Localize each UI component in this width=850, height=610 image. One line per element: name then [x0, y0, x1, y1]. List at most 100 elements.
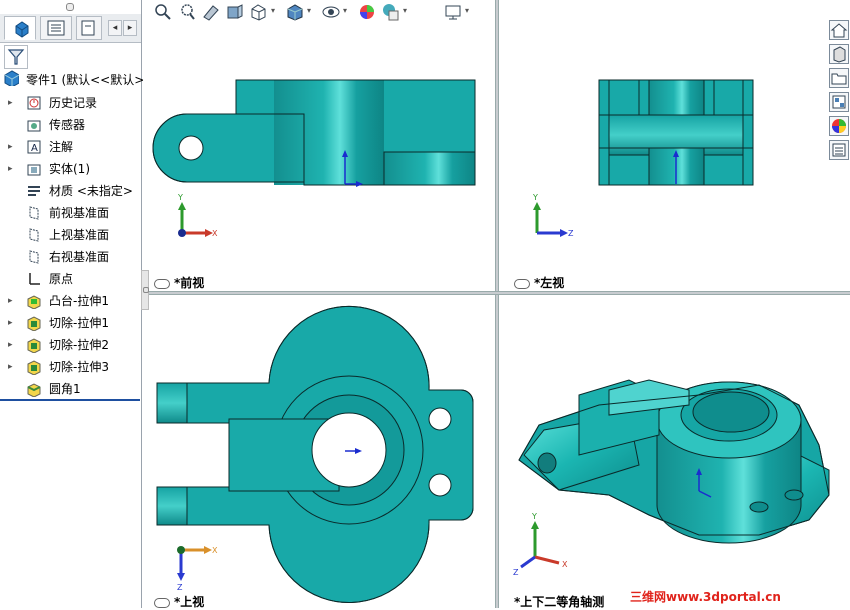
tree-item-label: 上视基准面	[49, 228, 110, 242]
tree-item-expand-arrow[interactable]: ▸	[8, 334, 13, 356]
task-pane-view-palette-button[interactable]	[829, 92, 849, 112]
graphics-area[interactable]: Y X *前视 Y Z *左视 Z X *上视 Y X Z *上下二等角轴测	[149, 0, 850, 610]
front-view-label: *前视	[154, 274, 204, 291]
cut-extrude-icon	[27, 338, 41, 353]
tree-item[interactable]: ▸ 凸台-拉伸1	[0, 290, 141, 312]
tree-item[interactable]: 右视基准面	[0, 246, 141, 268]
tree-item[interactable]: ▸ 切除-拉伸3	[0, 356, 141, 378]
rollback-bar[interactable]	[0, 399, 140, 401]
tree-item-expand-arrow[interactable]: ▸	[8, 290, 13, 312]
task-pane-file-explorer-button[interactable]	[829, 68, 849, 88]
panel-grip[interactable]	[66, 3, 74, 11]
sensor-icon	[27, 120, 41, 132]
tree-item-label: 圆角1	[49, 382, 81, 396]
top-view-axis-triad: Z X	[177, 546, 218, 592]
part-icon	[4, 70, 19, 86]
tab-property-manager[interactable]	[40, 16, 72, 40]
tree-item-expand-arrow[interactable]: ▸	[8, 158, 13, 180]
tree-root-label: 零件1 (默认<<默认>	[26, 73, 145, 87]
tree-item[interactable]: 圆角1	[0, 378, 141, 400]
iso-axis-x-label: X	[562, 560, 568, 569]
top-view-part	[156, 306, 474, 603]
property-manager-icon	[47, 20, 65, 36]
display-style-icon[interactable]	[285, 2, 305, 22]
panel-splitter[interactable]	[141, 270, 149, 310]
apply-scene-dropdown[interactable]: ▾	[403, 6, 407, 15]
origin-icon	[29, 273, 40, 285]
solid-bodies-icon	[27, 164, 41, 176]
section-view-icon[interactable]	[225, 2, 245, 22]
tree-item[interactable]: ▸ A 注解	[0, 136, 141, 158]
tab-feature-manager[interactable]	[4, 16, 36, 40]
apply-scene-icon[interactable]	[381, 2, 401, 22]
iso-view-viewport[interactable]: Y X Z	[499, 295, 850, 608]
left-axis-y-label: Y	[532, 193, 538, 202]
left-view-label: *左视	[514, 274, 564, 291]
view-settings-icon[interactable]	[443, 2, 463, 22]
tree-item-label: 材质 <未指定>	[49, 184, 133, 198]
view-palette-icon	[832, 95, 846, 109]
top-axis-z-label: Z	[177, 583, 183, 592]
panel-tabs: ◂ ▸	[0, 14, 141, 43]
task-pane-design-library-button[interactable]	[829, 44, 849, 64]
left-view-viewport[interactable]: Y Z	[499, 0, 850, 291]
front-view-part	[152, 79, 476, 186]
tree-item-label: 凸台-拉伸1	[49, 294, 109, 308]
tree-item[interactable]: 原点	[0, 268, 141, 290]
iso-view-label: *上下二等角轴测	[514, 593, 604, 610]
iso-view-axis-triad: Y X Z	[513, 512, 568, 577]
plane-icon	[29, 228, 39, 242]
front-view-axis-triad: Y X	[177, 193, 218, 238]
zoom-to-fit-icon[interactable]	[153, 2, 173, 22]
front-view-label-text: *前视	[174, 276, 205, 290]
configuration-manager-icon	[81, 20, 95, 36]
view-settings-dropdown[interactable]: ▾	[465, 6, 469, 15]
fillet-icon	[27, 383, 41, 397]
view-link-icon	[154, 278, 170, 289]
tree-item[interactable]: ▸ 历史记录	[0, 92, 141, 114]
display-style-dropdown[interactable]: ▾	[307, 6, 311, 15]
previous-view-icon[interactable]	[201, 2, 221, 22]
tree-item[interactable]: 材质 <未指定>	[0, 180, 141, 202]
tree-item[interactable]: 传感器	[0, 114, 141, 136]
tree-item-expand-arrow[interactable]: ▸	[8, 92, 13, 114]
tree-root-part[interactable]: 零件1 (默认<<默认>	[0, 68, 145, 92]
view-link-icon	[154, 597, 170, 608]
top-axis-x-label: X	[212, 546, 218, 555]
feature-manager-panel: ◂ ▸ 零件1 (默认<<默认> ▸ 历史记录 传感器 ▸ A 注解 ▸ 实体(1) 材质 <未…	[0, 0, 145, 608]
front-view-viewport[interactable]: Y X	[149, 0, 495, 291]
tab-configuration-manager[interactable]	[76, 16, 102, 40]
tabs-scroll-left-button[interactable]: ◂	[108, 20, 122, 36]
top-view-viewport[interactable]: Z X	[149, 295, 495, 608]
tree-item-expand-arrow[interactable]: ▸	[8, 356, 13, 378]
tree-item-expand-arrow[interactable]: ▸	[8, 136, 13, 158]
tabs-scroll-right-button[interactable]: ▸	[123, 20, 137, 36]
tree-item-label: 右视基准面	[49, 250, 110, 264]
hide-show-items-icon[interactable]	[321, 2, 341, 22]
tree-item-label: 原点	[49, 272, 74, 286]
filter-button[interactable]	[4, 45, 28, 69]
tree-item[interactable]: ▸ 实体(1)	[0, 158, 141, 180]
tree-item-label: 实体(1)	[49, 162, 90, 176]
task-pane-custom-properties-button[interactable]	[829, 140, 849, 160]
iso-view-part	[518, 379, 830, 544]
left-view-axis-triad: Y Z	[532, 193, 574, 238]
history-icon	[27, 96, 41, 110]
tree-item[interactable]: ▸ 切除-拉伸1	[0, 312, 141, 334]
tree-item-label: 历史记录	[49, 96, 98, 110]
task-pane-appearances-button[interactable]	[829, 116, 849, 136]
tree-item[interactable]: ▸ 切除-拉伸2	[0, 334, 141, 356]
hide-show-dropdown[interactable]: ▾	[343, 6, 347, 15]
zoom-to-area-icon[interactable]	[177, 2, 197, 22]
tree-item-expand-arrow[interactable]: ▸	[8, 312, 13, 334]
view-orientation-dropdown[interactable]: ▾	[271, 6, 275, 15]
edit-appearance-icon[interactable]	[357, 2, 377, 22]
tree-item[interactable]: 前视基准面	[0, 202, 141, 224]
custom-properties-icon	[832, 143, 846, 157]
tree-item-label: 切除-拉伸3	[49, 360, 109, 374]
view-orientation-icon[interactable]	[249, 2, 269, 22]
iso-axis-z-label: Z	[513, 568, 519, 577]
tree-item[interactable]: 上视基准面	[0, 224, 141, 246]
task-pane-resources-button[interactable]	[829, 20, 849, 40]
watermark: 三维网www.3dportal.cn	[630, 590, 781, 604]
